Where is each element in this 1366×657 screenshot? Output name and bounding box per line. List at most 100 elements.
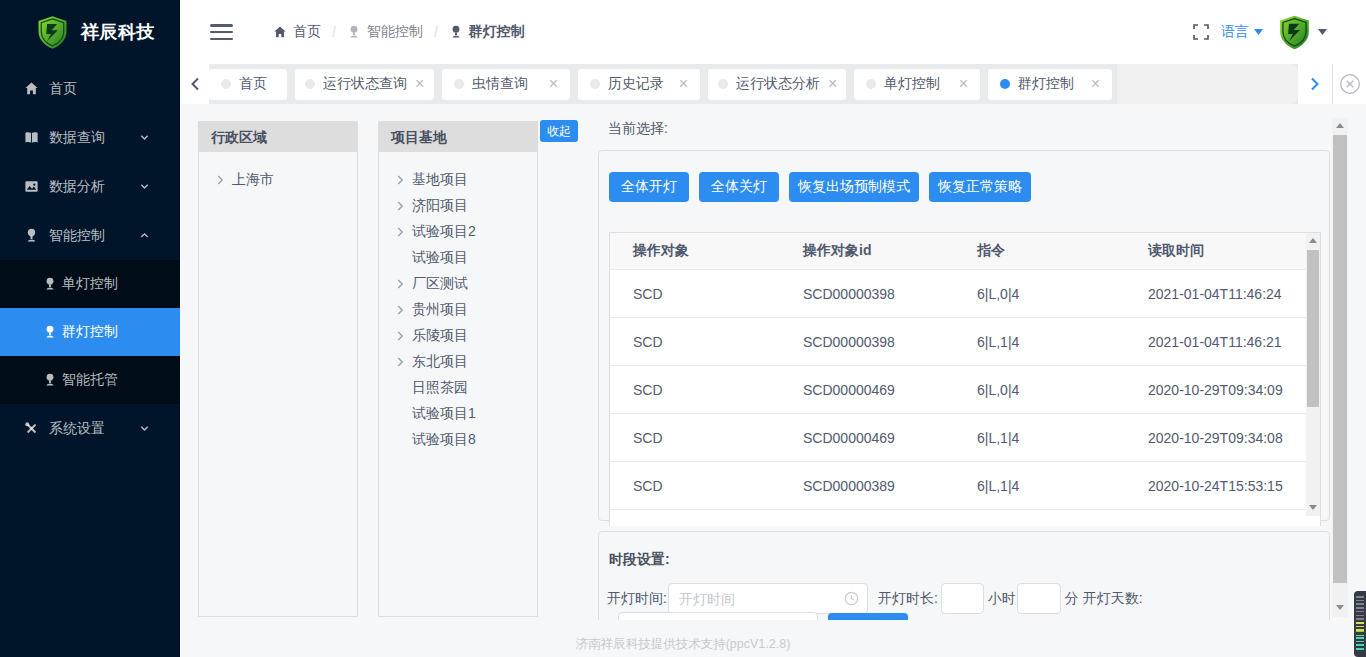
region-tree: 上海市 <box>199 152 357 193</box>
table-cell: SCD00000389 <box>785 478 959 494</box>
tabs-scroll-left-button[interactable] <box>180 64 209 104</box>
sidebar-item-smart-hosting[interactable]: 智能托管 <box>0 356 180 404</box>
duration-label: 开灯时长: <box>878 590 938 608</box>
table-row: SCDSCD000003896|L,1|42020-10-24T15:53:15 <box>610 462 1320 510</box>
tree-item[interactable]: 试验项目1 <box>394 401 537 427</box>
days-label: 开灯天数: <box>1083 590 1143 608</box>
close-icon[interactable]: × <box>407 76 424 92</box>
tab-single-light-control[interactable]: 单灯控制 × <box>854 69 980 100</box>
tabs-scroll-right-button[interactable] <box>1298 64 1332 104</box>
fullscreen-icon[interactable] <box>1192 23 1210 41</box>
tree-item-shanghai[interactable]: 上海市 <box>214 167 357 193</box>
avatar-dropdown[interactable] <box>1278 15 1327 50</box>
table-cell: SCD00000469 <box>785 382 959 398</box>
restore-normal-strategy-button[interactable]: 恢复正常策略 <box>929 172 1031 202</box>
table-cell: 2020-10-29T09:34:08 <box>1130 430 1320 446</box>
sidebar-item-data-analysis[interactable]: 数据分析 <box>0 162 180 211</box>
chevron-right-icon <box>394 174 406 186</box>
header: 首页 / 智能控制 / 群灯控制 语言 <box>180 0 1366 64</box>
table-cell: 6|L,1|4 <box>959 430 1130 446</box>
language-button[interactable]: 语言 <box>1221 23 1263 41</box>
tree-item[interactable]: 东北项目 <box>394 349 537 375</box>
project-panel-title: 项目基地 <box>379 122 537 152</box>
tree-indent <box>394 382 406 394</box>
confirm-button[interactable] <box>828 613 908 620</box>
breadcrumb-home[interactable]: 首页 <box>273 23 321 41</box>
tab-insect-query[interactable]: 虫情查询 × <box>442 69 570 100</box>
table-cell: 6|L,0|4 <box>959 286 1130 302</box>
caret-down-icon <box>1318 29 1327 35</box>
sidebar-item-smart-control[interactable]: 智能控制 <box>0 211 180 260</box>
tree-item[interactable]: 试验项目2 <box>394 219 537 245</box>
tree-item[interactable]: 乐陵项目 <box>394 323 537 349</box>
tab-dot <box>305 79 315 89</box>
lamp-icon <box>43 373 57 387</box>
breadcrumb-smart-control[interactable]: 智能控制 <box>347 23 423 41</box>
collapse-button[interactable]: 收起 <box>540 120 578 142</box>
page-scrollbar[interactable] <box>1332 118 1348 617</box>
table-scrollbar[interactable] <box>1306 233 1320 516</box>
chevron-right-icon <box>394 330 406 342</box>
restore-factory-preset-button[interactable]: 恢复出场预制模式 <box>789 172 919 202</box>
brand-logo-icon <box>37 15 68 50</box>
close-icon[interactable]: × <box>541 76 558 92</box>
tree-item[interactable]: 试验项目8 <box>394 427 537 453</box>
off-time-input[interactable] <box>618 612 818 620</box>
tools-icon <box>24 421 39 436</box>
tab-dot <box>221 79 231 89</box>
table-cell: 6|L,0|4 <box>959 382 1130 398</box>
close-icon[interactable]: × <box>951 76 968 92</box>
scrollbar-thumb[interactable] <box>1333 135 1347 583</box>
scroll-up-arrow[interactable] <box>1336 123 1344 128</box>
column-header: 操作对象id <box>785 242 959 260</box>
sidebar-item-home[interactable]: 首页 <box>0 64 180 113</box>
chevron-down-icon <box>139 132 150 143</box>
tab-run-status-analysis[interactable]: 运行状态分析 × <box>708 69 846 100</box>
sidebar-item-single-light-control[interactable]: 单灯控制 <box>0 260 180 308</box>
tab-group-light-control[interactable]: 群灯控制 × <box>988 69 1112 100</box>
sidebar-item-group-light-control[interactable]: 群灯控制 <box>0 308 180 356</box>
close-icon[interactable]: × <box>820 76 837 92</box>
table-cell: 6|L,1|4 <box>959 334 1130 350</box>
breadcrumb: 首页 / 智能控制 / 群灯控制 <box>273 0 525 64</box>
sidebar-item-data-query[interactable]: 数据查询 <box>0 113 180 162</box>
tree-item[interactable]: 厂区测试 <box>394 271 537 297</box>
chart-icon <box>24 179 39 194</box>
column-header: 读取时间 <box>1130 242 1320 260</box>
close-icon[interactable]: × <box>671 76 688 92</box>
table-header: 操作对象 操作对象id 指令 读取时间 <box>610 233 1320 270</box>
header-right: 语言 <box>1192 0 1327 64</box>
scroll-up-arrow[interactable] <box>1309 238 1317 243</box>
all-lights-on-button[interactable]: 全体开灯 <box>609 172 689 202</box>
table-cell: SCD <box>610 334 785 350</box>
scrollbar-thumb[interactable] <box>1307 250 1319 407</box>
tree-indent <box>394 434 406 446</box>
duration-hour-input[interactable] <box>941 583 984 614</box>
table-row: SCDSCD000004696|L,0|42020-10-29T09:34:09 <box>610 366 1320 414</box>
region-panel: 行政区域 上海市 <box>198 121 358 617</box>
project-tree: 基地项目济阳项目试验项目2试验项目厂区测试贵州项目乐陵项目东北项目日照茶园试验项… <box>379 152 537 453</box>
tab-home[interactable]: 首页 <box>209 69 287 100</box>
tree-item[interactable]: 基地项目 <box>394 167 537 193</box>
tree-item[interactable]: 日照茶园 <box>394 375 537 401</box>
tree-item[interactable]: 济阳项目 <box>394 193 537 219</box>
tab-run-status-query[interactable]: 运行状态查询 × <box>295 69 434 100</box>
tree-item[interactable]: 贵州项目 <box>394 297 537 323</box>
hamburger-menu-icon[interactable] <box>210 24 233 42</box>
schedule-title: 时段设置: <box>609 551 670 569</box>
tab-history[interactable]: 历史记录 × <box>578 69 700 100</box>
table-row: SCDSCD000003986|L,0|42021-01-04T11:46:24 <box>610 270 1320 318</box>
all-lights-off-button[interactable]: 全体关灯 <box>699 172 779 202</box>
scroll-down-arrow[interactable] <box>1309 505 1317 510</box>
scroll-down-arrow[interactable] <box>1336 605 1344 610</box>
table-cell: 6|L,1|4 <box>959 478 1130 494</box>
table-cell: SCD <box>610 478 785 494</box>
on-time-input[interactable] <box>668 583 868 614</box>
duration-minute-input[interactable] <box>1017 583 1061 614</box>
chevron-down-icon <box>139 423 150 434</box>
close-icon[interactable]: × <box>1083 76 1100 92</box>
close-all-tabs-button[interactable] <box>1332 64 1366 104</box>
tab-dot <box>718 79 728 89</box>
tree-item[interactable]: 试验项目 <box>394 245 537 271</box>
sidebar-item-system-settings[interactable]: 系统设置 <box>0 404 180 453</box>
